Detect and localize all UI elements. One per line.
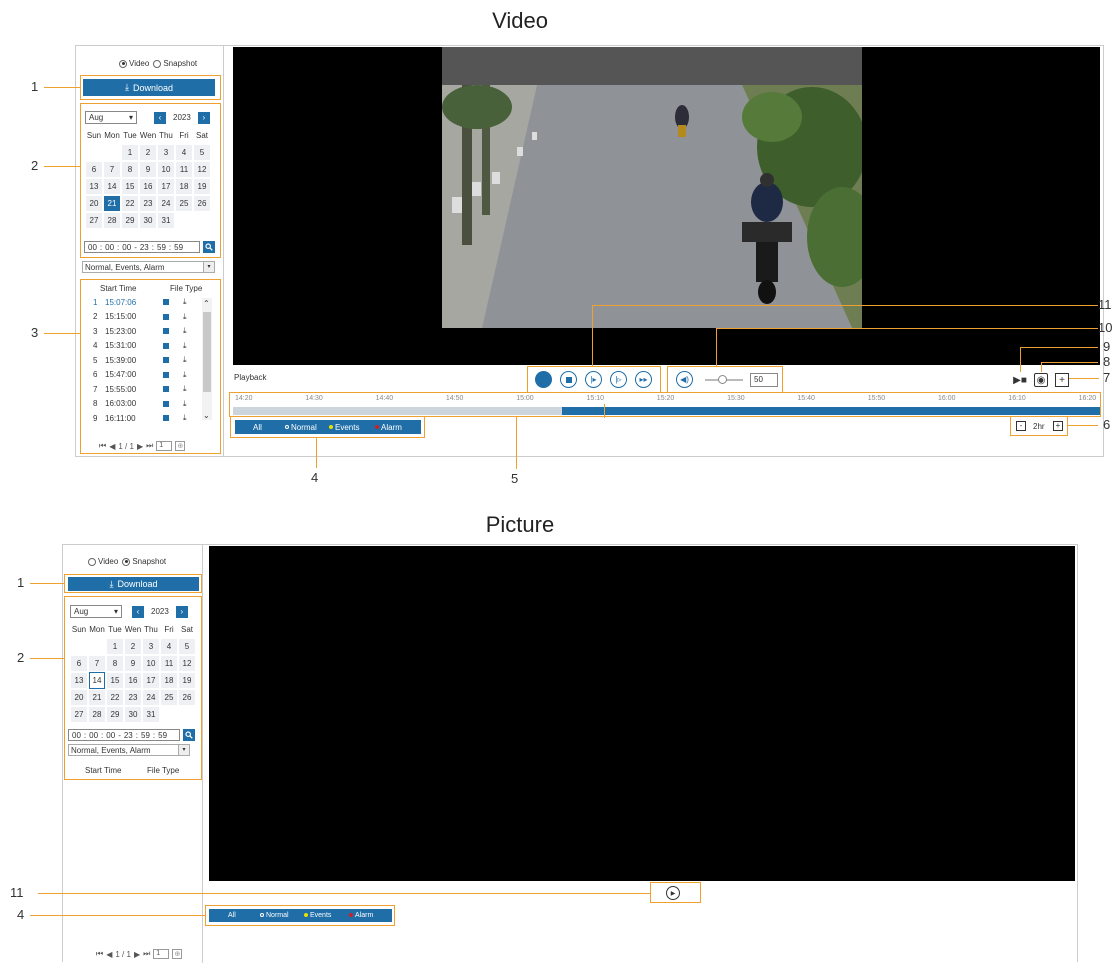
callout-line-11 [38, 893, 650, 894]
prev-page-icon[interactable]: ◀ [106, 950, 112, 959]
pager: ⏮ ◀ 1 / 1 ▶ ⏭ 1 ⊕ [96, 949, 183, 959]
callout-8: 8 [1103, 354, 1111, 369]
callout-line-7 [1069, 378, 1099, 379]
next-page-icon[interactable]: ▶ [134, 950, 140, 959]
callout-7: 7 [1103, 370, 1111, 385]
callout-5: 5 [511, 471, 519, 486]
record-type-select[interactable]: Normal, Events, Alarm ▾ [82, 261, 215, 273]
search-icon [205, 243, 213, 251]
callout-box-2 [64, 596, 202, 780]
callout-box-3 [80, 279, 221, 454]
radio-video[interactable]: Video [119, 59, 149, 68]
callout-3: 3 [31, 325, 39, 340]
radio-off-icon [88, 557, 96, 566]
mode-radio-group: Video Snapshot [119, 59, 197, 68]
video-frame [442, 47, 862, 328]
callout-box-10 [667, 366, 783, 393]
callout-line-4 [30, 915, 205, 916]
callout-10: 10 [1098, 320, 1113, 335]
callout-box-1 [64, 574, 202, 593]
callout-line-6 [1068, 425, 1098, 426]
callout-line-10 [716, 328, 1098, 329]
callout-11: 11 [1098, 297, 1112, 312]
last-page-icon[interactable]: ⏭ [143, 949, 150, 959]
callout-line-8v [1041, 362, 1042, 372]
radio-snapshot[interactable]: Snapshot [122, 557, 166, 566]
callout-line-1 [44, 87, 80, 88]
callout-line-11v [592, 305, 593, 366]
callout-line-2 [44, 166, 80, 167]
callout-line-3 [44, 333, 80, 334]
callout-1: 1 [17, 575, 25, 590]
chevron-down-icon: ▾ [203, 262, 214, 272]
first-page-icon[interactable]: ⏮ [96, 949, 103, 959]
callout-1: 1 [31, 79, 39, 94]
search-button[interactable] [203, 241, 215, 253]
callout-6: 6 [1103, 417, 1111, 432]
radio-snapshot[interactable]: Snapshot [153, 59, 197, 68]
callout-box-11 [527, 366, 661, 393]
time-range: 00:00:00-23:59:59 [84, 241, 215, 253]
callout-9: 9 [1103, 339, 1111, 354]
radio-off-icon [153, 59, 162, 68]
street-scene-image [442, 47, 862, 328]
callout-4: 4 [311, 470, 319, 485]
callout-box-4 [230, 416, 425, 438]
callout-box-4 [205, 905, 395, 926]
callout-line-5 [516, 417, 517, 469]
time-range-input[interactable]: 00:00:00-23:59:59 [84, 241, 200, 253]
callout-box-5 [229, 392, 1101, 417]
callout-line-1 [30, 583, 64, 584]
callout-line-9v [1020, 347, 1021, 372]
callout-line-9 [1020, 347, 1098, 348]
callout-box-11 [650, 882, 701, 903]
picture-section-title: Picture [485, 512, 555, 537]
callout-box-2 [80, 103, 221, 258]
go-page-button[interactable]: ⊕ [172, 949, 183, 959]
callout-box-6 [1010, 416, 1068, 436]
playback-label: Playback [234, 373, 267, 382]
radio-video[interactable]: Video [88, 557, 118, 566]
mode-radio-group: Video Snapshot [88, 557, 166, 566]
callout-line-4 [316, 438, 317, 468]
callout-box-1 [80, 75, 221, 100]
picture-viewer[interactable] [209, 546, 1075, 881]
callout-line-10v [716, 328, 717, 366]
page-input[interactable]: 1 [153, 949, 170, 959]
video-clip-icon[interactable]: ▶■ [1013, 373, 1027, 387]
fullscreen-icon[interactable]: + [1055, 373, 1069, 387]
video-section-title: Video [492, 8, 548, 33]
callout-line-8 [1041, 362, 1098, 363]
callout-2: 2 [17, 650, 25, 665]
radio-on-icon [122, 557, 131, 566]
callout-4: 4 [17, 907, 25, 922]
callout-line-2 [30, 658, 64, 659]
camera-icon[interactable]: ◉ [1034, 373, 1048, 387]
callout-line-11 [592, 305, 1098, 306]
callout-2: 2 [31, 158, 39, 173]
radio-on-icon [119, 59, 127, 68]
callout-11: 11 [10, 885, 24, 900]
